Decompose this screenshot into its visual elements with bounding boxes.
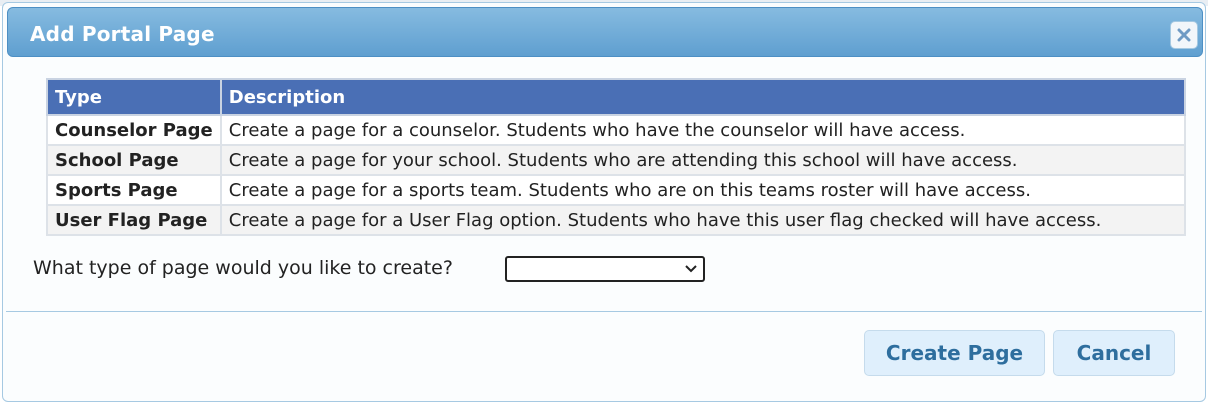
description-cell: Create a page for a User Flag option. St… [219, 204, 1187, 236]
table-row: Sports Page Create a page for a sports t… [46, 174, 1187, 206]
description-cell: Create a page for your school. Students … [219, 144, 1187, 176]
type-cell: User Flag Page [46, 204, 222, 236]
dialog-divider [6, 311, 1202, 312]
table-row: School Page Create a page for your schoo… [46, 144, 1187, 176]
description-cell: Create a page for a sports team. Student… [219, 174, 1187, 206]
dialog-titlebar[interactable]: Add Portal Page [7, 7, 1203, 57]
create-page-button[interactable]: Create Page [864, 330, 1045, 376]
close-icon [1177, 28, 1191, 42]
type-cell: Counselor Page [46, 114, 222, 146]
page-type-select[interactable] [505, 256, 705, 282]
chevron-down-icon [685, 265, 697, 273]
page-type-question: What type of page would you like to crea… [33, 257, 453, 279]
column-header-type: Type [46, 78, 222, 116]
close-button[interactable] [1170, 21, 1198, 49]
type-cell: School Page [46, 144, 222, 176]
page-types-table: Type Description Counselor Page Create a… [46, 78, 1187, 236]
table-row: Counselor Page Create a page for a couns… [46, 114, 1187, 146]
cancel-button[interactable]: Cancel [1053, 330, 1175, 376]
table-row: User Flag Page Create a page for a User … [46, 204, 1187, 236]
table-header-row: Type Description [46, 78, 1187, 116]
column-header-description: Description [219, 78, 1187, 116]
dialog-title: Add Portal Page [30, 22, 215, 46]
type-cell: Sports Page [46, 174, 222, 206]
description-cell: Create a page for a counselor. Students … [219, 114, 1187, 146]
